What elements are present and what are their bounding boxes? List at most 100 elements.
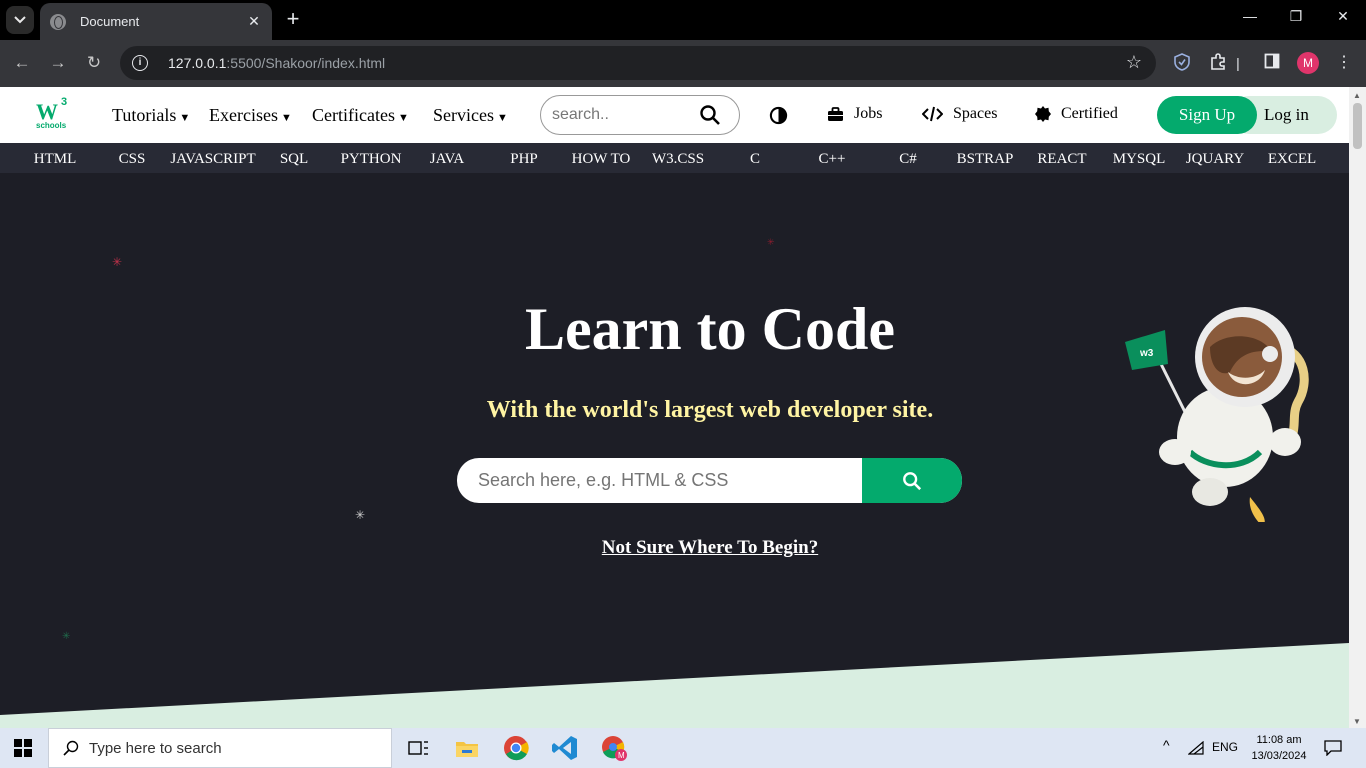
topic-link-c[interactable]: C: [750, 151, 760, 168]
windows-start-icon[interactable]: [14, 739, 32, 757]
url-host: 127.0.0.1: [168, 55, 227, 71]
window-close-icon[interactable]: ✕: [1331, 8, 1355, 25]
browser-menu-icon[interactable]: ⋮: [1333, 53, 1355, 75]
topic-link-css[interactable]: CSS: [119, 151, 146, 168]
sparkle-icon: ✳: [62, 631, 71, 642]
chrome-icon[interactable]: [502, 734, 530, 762]
topic-link-java[interactable]: JAVA: [430, 151, 464, 168]
globe-icon: [50, 13, 66, 30]
clock-date: 13/03/2024: [1251, 750, 1307, 762]
menu-label: Exercises: [209, 105, 278, 125]
shield-extension-icon[interactable]: [1171, 53, 1193, 75]
hero-search-button[interactable]: [862, 458, 962, 503]
toolbar-divider: |: [1236, 55, 1240, 71]
code-icon: [922, 106, 943, 122]
close-tab-icon[interactable]: ✕: [246, 13, 262, 30]
topic-link-howto[interactable]: HOW TO: [572, 151, 631, 168]
back-icon[interactable]: ←: [10, 52, 34, 76]
scrollbar-thumb[interactable]: [1353, 103, 1362, 149]
menu-label: Services: [433, 105, 494, 125]
topic-link-javascript[interactable]: JAVASCRIPT: [170, 151, 255, 168]
topic-link-mysql[interactable]: MYSQL: [1113, 151, 1166, 168]
topic-link-cpp[interactable]: C++: [819, 151, 846, 168]
reload-icon[interactable]: ↻: [82, 52, 106, 76]
logo-wordmark: schools: [36, 121, 67, 130]
where-to-begin-link[interactable]: Not Sure Where To Begin?: [0, 537, 1349, 559]
taskbar-clock[interactable]: 11:08 am 13/03/2024: [1245, 732, 1313, 764]
topic-link-w3css[interactable]: W3.CSS: [652, 151, 704, 168]
wifi-icon[interactable]: [1188, 741, 1204, 755]
topic-link-bootstrap[interactable]: BSTRAP: [957, 151, 1014, 168]
topic-link-sql[interactable]: SQL: [280, 151, 308, 168]
hero-search-input[interactable]: Search here, e.g. HTML & CSS: [457, 458, 962, 503]
dark-mode-toggle-icon[interactable]: [769, 106, 788, 125]
tab-search-button[interactable]: [6, 6, 34, 34]
scroll-up-arrow-icon[interactable]: ▲: [1353, 91, 1361, 100]
topic-link-php[interactable]: PHP: [510, 151, 538, 168]
jobs-label: Jobs: [854, 105, 883, 122]
new-tab-button[interactable]: +: [282, 8, 304, 32]
search-placeholder: search..: [552, 106, 609, 123]
briefcase-icon: [828, 106, 843, 121]
profile-avatar[interactable]: M: [1297, 52, 1319, 74]
search-icon: [63, 740, 79, 756]
caret-down-icon: ▼: [280, 112, 292, 124]
topic-link-html[interactable]: HTML: [34, 151, 77, 168]
spaces-label: Spaces: [953, 105, 998, 122]
topic-link-jquery[interactable]: JQUARY: [1186, 151, 1244, 168]
caret-down-icon: ▼: [397, 112, 409, 124]
bookmark-star-icon[interactable]: ☆: [1126, 52, 1142, 73]
clock-time: 11:08 am: [1256, 734, 1302, 746]
web-page: ✳ ✳ ✳ ✳ W 3 schools Tutorials ▼ Exercises…: [0, 87, 1349, 728]
topic-link-react[interactable]: REACT: [1037, 151, 1086, 168]
chrome-profile-icon[interactable]: M: [600, 734, 628, 762]
topic-link-csharp[interactable]: C#: [899, 151, 917, 168]
browser-tab-strip: Document ✕ + — ❐ ✕: [0, 0, 1366, 40]
side-panel-icon[interactable]: [1261, 53, 1283, 75]
notifications-icon[interactable]: [1324, 740, 1342, 756]
site-header: W 3 schools Tutorials ▼ Exercises ▼ Certif…: [0, 87, 1349, 143]
chevron-down-icon: [14, 16, 26, 24]
page-scrollbar[interactable]: ▲ ▼: [1349, 87, 1366, 728]
w3schools-logo[interactable]: W 3 schools: [36, 96, 72, 133]
forward-icon[interactable]: →: [46, 52, 70, 76]
sparkle-icon: ✳: [767, 237, 775, 247]
certificate-badge-icon: [1035, 106, 1051, 122]
site-info-icon[interactable]: i: [132, 55, 148, 71]
certified-label: Certified: [1061, 105, 1118, 122]
minimize-icon[interactable]: —: [1238, 8, 1262, 24]
svg-text:w3: w3: [1139, 348, 1154, 359]
file-explorer-icon[interactable]: [453, 734, 481, 762]
extensions-puzzle-icon[interactable]: [1207, 53, 1229, 75]
taskbar-search-box[interactable]: Type here to search: [48, 728, 392, 768]
topic-link-excel[interactable]: EXCEL: [1268, 151, 1316, 168]
menu-label: Tutorials: [112, 105, 177, 125]
search-icon[interactable]: [699, 104, 721, 126]
sparkle-icon: ✳: [112, 255, 123, 269]
site-search-input[interactable]: search..: [540, 95, 740, 135]
tab-title: Document: [80, 14, 140, 29]
certified-link[interactable]: Certified: [1035, 105, 1118, 123]
signup-button[interactable]: Sign Up: [1157, 96, 1257, 134]
menu-exercises[interactable]: Exercises ▼: [209, 105, 292, 126]
show-hidden-icons-chevron-icon[interactable]: ^: [1163, 737, 1170, 753]
menu-certificates[interactable]: Certificates ▼: [312, 105, 409, 126]
scroll-down-arrow-icon[interactable]: ▼: [1353, 717, 1361, 726]
vscode-icon[interactable]: [551, 734, 579, 762]
menu-services[interactable]: Services ▼: [433, 105, 508, 126]
browser-tab[interactable]: Document ✕: [40, 3, 272, 40]
restore-icon[interactable]: ❐: [1284, 8, 1308, 25]
menu-tutorials[interactable]: Tutorials ▼: [112, 105, 190, 126]
topic-link-python[interactable]: PYTHON: [341, 151, 402, 168]
sparkle-icon: ✳: [355, 508, 366, 522]
menu-label: Certificates: [312, 105, 395, 125]
astronaut-illustration: w3: [1125, 307, 1309, 522]
jobs-link[interactable]: Jobs: [827, 105, 882, 123]
language-indicator[interactable]: ENG: [1212, 740, 1238, 754]
spaces-link[interactable]: Spaces: [922, 105, 997, 123]
caret-down-icon: ▼: [179, 112, 191, 124]
windows-taskbar: Type here to search M ^ ENG 11:08 am 13/…: [0, 728, 1366, 768]
task-view-icon[interactable]: [404, 734, 432, 762]
address-bar[interactable]: i 127.0.0.1:5500/Shakoor/index.html ☆: [120, 46, 1156, 80]
taskbar-search-placeholder: Type here to search: [89, 739, 222, 757]
